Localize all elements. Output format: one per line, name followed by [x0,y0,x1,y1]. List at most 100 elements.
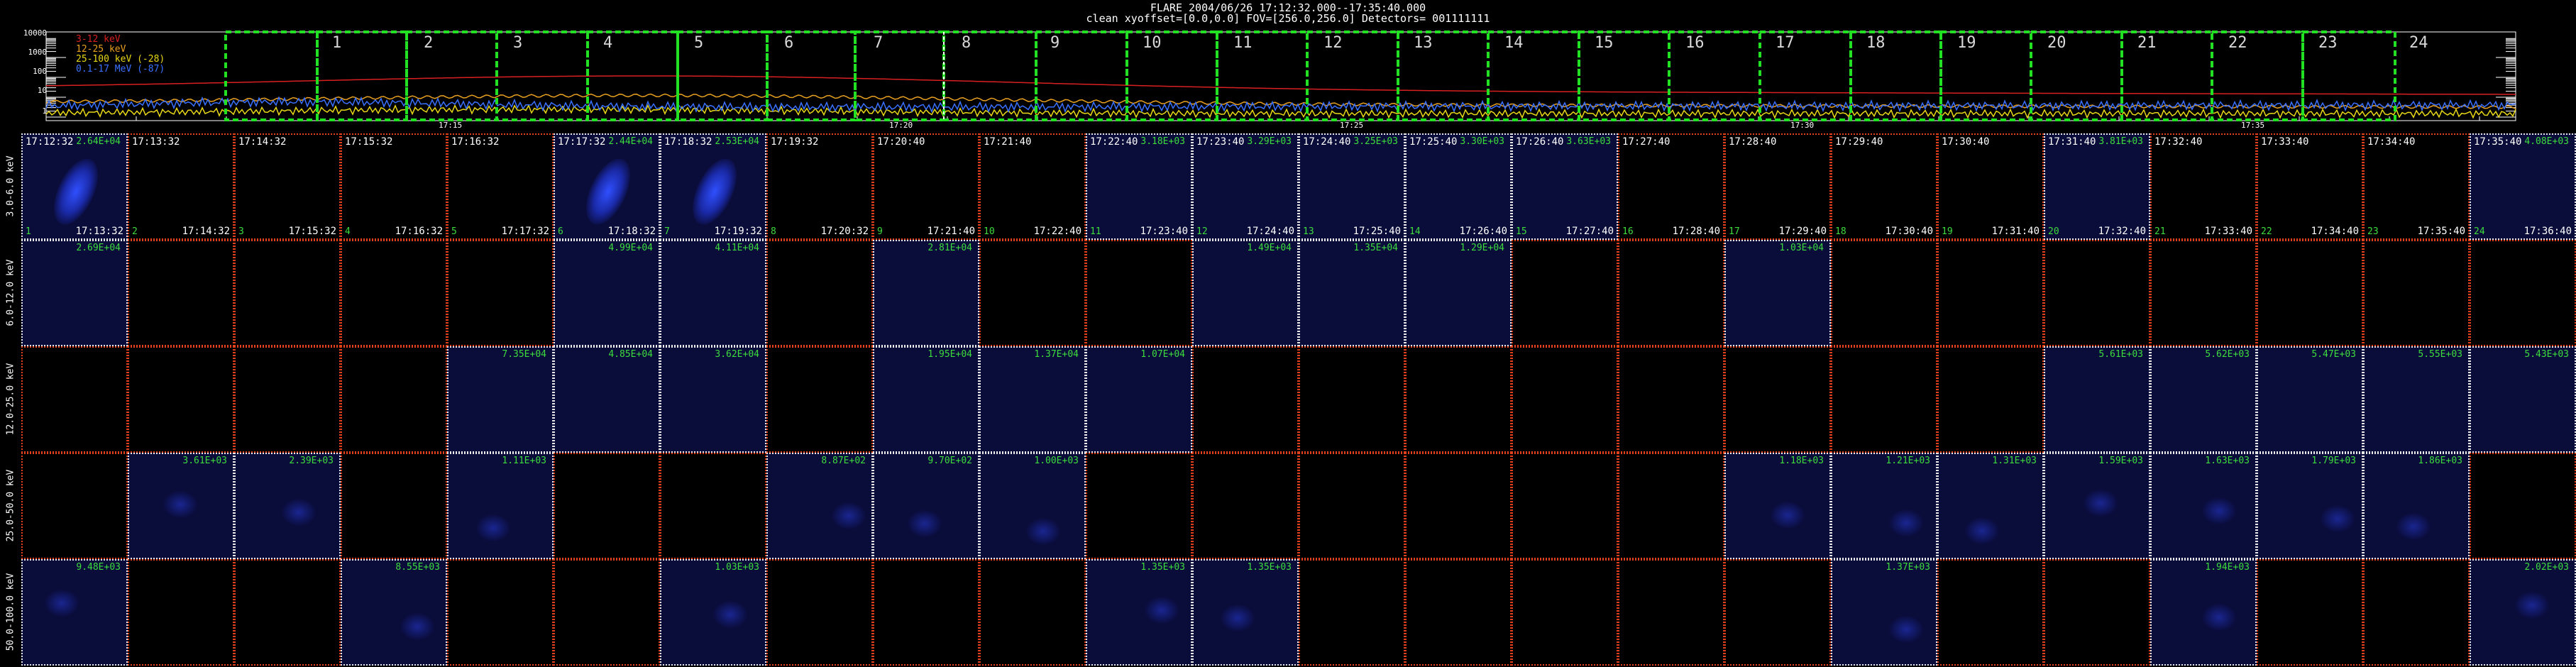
image-cell[interactable] [2363,240,2470,346]
image-cell[interactable]: 3.61E+03 [128,453,234,559]
image-cell[interactable]: 17:30:40 17:31:40 19 [1937,133,2044,240]
image-cell[interactable]: 5.61E+03 [2044,346,2150,453]
image-cell[interactable] [2257,559,2363,666]
image-cell[interactable]: 3.62E+04 [660,346,766,453]
image-cell[interactable] [554,559,660,666]
image-cell[interactable]: 1.35E+03 [1192,559,1299,666]
image-cell[interactable] [979,240,1086,346]
image-cell[interactable]: 1.86E+03 [2363,453,2470,559]
image-cell[interactable]: 2.39E+03 [234,453,341,559]
image-cell[interactable]: 1.37E+04 [979,346,1086,453]
image-cell[interactable]: 8.87E+02 [766,453,873,559]
image-cell[interactable] [660,453,766,559]
image-cell[interactable] [1937,559,2044,666]
image-cell[interactable] [1512,346,1618,453]
image-cell[interactable] [1831,240,1937,346]
image-cell[interactable]: 1.35E+04 [1299,240,1405,346]
image-cell[interactable]: 17:20:40 17:21:40 9 [873,133,979,240]
image-cell[interactable]: 7.35E+04 [447,346,554,453]
image-cell[interactable] [766,240,873,346]
image-cell[interactable] [1086,240,1192,346]
image-cell[interactable]: 17:13:32 17:14:32 2 [128,133,234,240]
image-cell[interactable]: 4.99E+04 [554,240,660,346]
image-cell[interactable]: 1.94E+03 [2150,559,2257,666]
image-cell[interactable]: 1.21E+03 [1831,453,1937,559]
image-cell[interactable]: 4.85E+04 [554,346,660,453]
image-cell[interactable]: 5.47E+03 [2257,346,2363,453]
image-cell[interactable]: 17:28:40 17:29:40 17 [1724,133,1831,240]
image-cell[interactable] [1724,346,1831,453]
image-cell[interactable]: 1.18E+03 [1724,453,1831,559]
image-cell[interactable]: 2.81E+04 [873,240,979,346]
image-cell[interactable] [1937,346,2044,453]
image-cell[interactable] [341,453,447,559]
image-cell[interactable] [234,559,341,666]
image-cell[interactable] [2044,559,2150,666]
image-cell[interactable] [1512,453,1618,559]
image-cell[interactable] [2363,559,2470,666]
image-cell[interactable] [1512,559,1618,666]
image-cell[interactable]: 3.30E+03 17:25:40 17:26:40 14 [1405,133,1512,240]
image-cell[interactable]: 17:33:40 17:34:40 22 [2257,133,2363,240]
image-cell[interactable]: 17:32:40 17:33:40 21 [2150,133,2257,240]
image-cell[interactable]: 5.62E+03 [2150,346,2257,453]
image-cell[interactable]: 2.02E+03 [2470,559,2576,666]
image-cell[interactable] [1618,559,1724,666]
image-cell[interactable] [234,240,341,346]
image-cell[interactable]: 1.35E+03 [1086,559,1192,666]
image-cell[interactable] [2044,240,2150,346]
image-cell[interactable] [766,346,873,453]
image-cell[interactable]: 3.63E+03 17:26:40 17:27:40 15 [1512,133,1618,240]
image-cell[interactable] [1192,453,1299,559]
image-cell[interactable] [979,559,1086,666]
image-cell[interactable] [128,346,234,453]
image-cell[interactable]: 1.03E+04 [1724,240,1831,346]
image-cell[interactable]: 9.70E+02 [873,453,979,559]
image-cell[interactable] [447,240,554,346]
image-cell[interactable] [1618,346,1724,453]
image-cell[interactable] [128,240,234,346]
image-cell[interactable]: 3.25E+03 17:24:40 17:25:40 13 [1299,133,1405,240]
image-cell[interactable] [873,559,979,666]
image-cell[interactable]: 17:27:40 17:28:40 16 [1618,133,1724,240]
image-cell[interactable]: 1.07E+04 [1086,346,1192,453]
image-cell[interactable]: 3.29E+03 17:23:40 17:24:40 12 [1192,133,1299,240]
image-cell[interactable]: 17:16:32 17:17:32 5 [447,133,554,240]
image-cell[interactable]: 2.64E+04 17:12:32 17:13:32 1 [21,133,128,240]
image-cell[interactable] [1299,453,1405,559]
image-cell[interactable]: 1.95E+04 [873,346,979,453]
image-cell[interactable]: 17:14:32 17:15:32 3 [234,133,341,240]
image-cell[interactable]: 17:21:40 17:22:40 10 [979,133,1086,240]
image-cell[interactable] [341,240,447,346]
image-cell[interactable]: 17:19:32 17:20:32 8 [766,133,873,240]
image-cell[interactable]: 8.55E+03 [341,559,447,666]
image-cell[interactable] [21,346,128,453]
image-cell[interactable]: 1.29E+04 [1405,240,1512,346]
image-cell[interactable]: 1.00E+03 [979,453,1086,559]
image-cell[interactable] [1724,559,1831,666]
image-cell[interactable] [1937,240,2044,346]
image-cell[interactable]: 5.55E+03 [2363,346,2470,453]
image-cell[interactable] [1192,346,1299,453]
image-cell[interactable] [1405,346,1512,453]
image-cell[interactable] [1299,559,1405,666]
image-cell[interactable] [1405,559,1512,666]
image-cell[interactable] [447,559,554,666]
image-cell[interactable] [21,453,128,559]
image-cell[interactable]: 4.08E+03 17:35:40 17:36:40 24 [2470,133,2576,240]
image-cell[interactable]: 9.48E+03 [21,559,128,666]
image-cell[interactable] [128,559,234,666]
image-cell[interactable]: 1.59E+03 [2044,453,2150,559]
image-cell[interactable] [1086,453,1192,559]
image-cell[interactable] [766,559,873,666]
image-cell[interactable]: 1.79E+03 [2257,453,2363,559]
image-cell[interactable] [1512,240,1618,346]
image-cell[interactable]: 3.81E+03 17:31:40 17:32:40 20 [2044,133,2150,240]
image-cell[interactable]: 1.49E+04 [1192,240,1299,346]
image-cell[interactable]: 1.31E+03 [1937,453,2044,559]
image-cell[interactable]: 2.44E+04 17:17:32 17:18:32 6 [554,133,660,240]
image-cell[interactable]: 1.63E+03 [2150,453,2257,559]
image-cell[interactable] [1831,346,1937,453]
image-cell[interactable] [234,346,341,453]
image-cell[interactable] [2470,453,2576,559]
